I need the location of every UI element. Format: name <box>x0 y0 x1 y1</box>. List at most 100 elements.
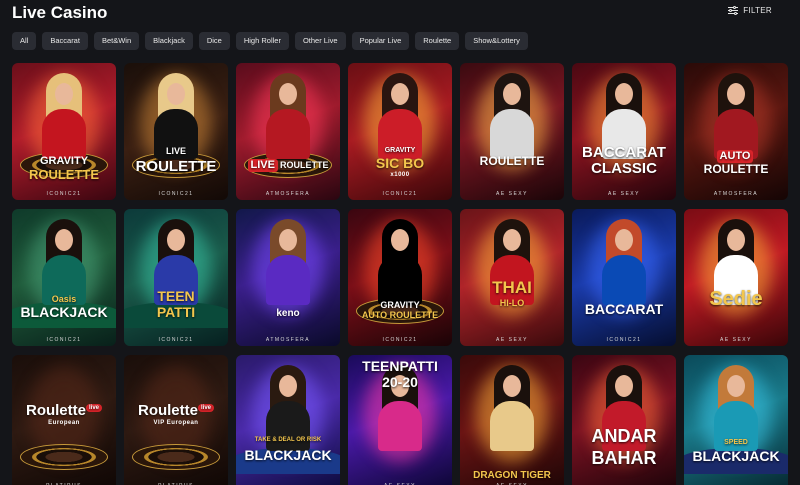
live-tag: live <box>197 404 214 412</box>
game-title-line1: THAI <box>492 278 532 297</box>
dealer-image <box>714 73 758 159</box>
game-title-line2: BACCARAT <box>584 301 664 317</box>
game-card[interactable]: Sedie AE SEXY <box>684 209 788 346</box>
provider-label: AE SEXY <box>496 191 528 197</box>
dealer-image <box>378 219 422 305</box>
game-card[interactable]: ANDAR BAHAR <box>572 355 676 485</box>
game-card[interactable]: keno ATMOSFERA <box>236 209 340 346</box>
filter-label: FILTER <box>743 6 772 15</box>
game-title-line1: SPEED <box>724 439 748 446</box>
game-card[interactable]: GRAVITY AUTO ROULETTE ICONIC21 <box>348 209 452 346</box>
roulette-wheel-icon <box>132 444 220 470</box>
chip-show-lottery[interactable]: Show&Lottery <box>465 32 528 50</box>
roulette-wheel-icon <box>20 444 108 470</box>
provider-label: ICONIC21 <box>46 337 82 343</box>
provider-label: AE SEXY <box>720 337 752 343</box>
game-title-line2: 20-20 <box>382 374 418 390</box>
provider-label: ICONIC21 <box>158 191 194 197</box>
game-title-line1: Roulette live <box>12 403 116 418</box>
game-title-line2: BLACKJACK <box>244 447 332 463</box>
game-card[interactable]: BACCARAT CLASSIC AE SEXY <box>572 63 676 200</box>
category-chips: All Baccarat Bet&Win Blackjack Dice High… <box>12 32 528 50</box>
dealer-image <box>266 219 310 305</box>
chip-bet-win[interactable]: Bet&Win <box>93 32 140 50</box>
game-title-line1: LIVE <box>165 146 186 156</box>
game-card[interactable]: THAI HI-LO AE SEXY <box>460 209 564 346</box>
game-title-line1: GRAVITY <box>39 155 89 167</box>
game-subtitle: VIP European <box>153 420 199 426</box>
page-header: Live Casino FILTER <box>12 0 788 28</box>
game-title-line2: BLACKJACK <box>20 304 108 320</box>
chip-high-roller[interactable]: High Roller <box>235 32 289 50</box>
page-title: Live Casino <box>12 3 108 22</box>
chip-blackjack[interactable]: Blackjack <box>145 32 193 50</box>
provider-label: AE SEXY <box>496 337 528 343</box>
chip-all[interactable]: All <box>12 32 37 50</box>
game-title-line1: TEEN <box>157 288 195 304</box>
game-card[interactable]: RouletteliveEuropeanPLATIPUS <box>12 355 116 485</box>
game-title-line2: ROULETTE <box>135 158 217 175</box>
dealer-image <box>490 73 534 159</box>
filter-button[interactable]: FILTER <box>728 6 772 15</box>
chip-baccarat[interactable]: Baccarat <box>42 32 88 50</box>
game-title-line2: DRAGON TIGER <box>473 470 551 481</box>
game-title-text: Roulette <box>25 402 86 419</box>
game-card[interactable]: BACCARAT ICONIC21 <box>572 209 676 346</box>
provider-label: ATMOSFERA <box>265 337 311 343</box>
live-tag: live <box>85 404 102 412</box>
game-title-line1: GRAVITY <box>384 147 416 154</box>
provider-label: ICONIC21 <box>382 337 418 343</box>
game-card[interactable]: DRAGON TIGERAE SEXY <box>460 355 564 485</box>
game-card[interactable]: TEENPATTI20-20AE SEXY <box>348 355 452 485</box>
game-title-line1: Roulette live <box>124 403 228 418</box>
game-title-line1: TAKE & DEAL OR RISK <box>254 437 322 443</box>
game-title-line2: AUTO ROULETTE <box>361 310 439 320</box>
game-title-line1: AUTOROULETTE <box>684 149 788 175</box>
provider-label: ATMOSFERA <box>713 191 759 197</box>
game-card[interactable]: RouletteliveVIP EuropeanPLATIPUS <box>124 355 228 485</box>
game-title-line1: LIVE ROULETTE <box>236 159 340 172</box>
game-card[interactable]: GRAVITY ROULETTE ICONIC21 <box>12 63 116 200</box>
game-title-line2: ROULETTE <box>703 162 769 176</box>
game-title-line2: ROULETTE <box>28 167 100 182</box>
game-subtitle: x1000 <box>390 172 410 178</box>
game-title-line2: SIC BO <box>375 155 425 171</box>
chip-roulette[interactable]: Roulette <box>415 32 460 50</box>
dealer-image <box>490 365 534 451</box>
game-card[interactable]: LIVE ROULETTE ATMOSFERA <box>236 63 340 200</box>
game-title-line2: PATTI <box>156 304 196 320</box>
chip-popular-live[interactable]: Popular Live <box>351 32 410 50</box>
game-title-line2: HI-LO <box>499 298 525 308</box>
game-title-line1: TEENPATTI <box>362 358 438 374</box>
game-grid: GRAVITY ROULETTE ICONIC21 LIVE ROULETTE ICON… <box>12 63 788 485</box>
game-title-line2: ROULETTE <box>479 154 545 168</box>
game-title-line2: keno <box>276 308 300 319</box>
game-card[interactable]: TEEN PATTI ICONIC21 <box>124 209 228 346</box>
provider-label: ICONIC21 <box>46 191 82 197</box>
game-title-line2: ROULETTE <box>279 160 329 170</box>
game-card[interactable]: LIVE ROULETTE ICONIC21 <box>124 63 228 200</box>
game-card[interactable]: ROULETTE AE SEXY <box>460 63 564 200</box>
chip-dice[interactable]: Dice <box>198 32 230 50</box>
game-title-line2: CLASSIC <box>591 160 657 177</box>
game-title-line1: Oasis <box>51 294 77 304</box>
title-badge: LIVE <box>247 159 278 172</box>
game-title-line2: BAHAR <box>591 448 657 468</box>
game-subtitle: European <box>48 420 80 426</box>
game-card[interactable]: Oasis BLACKJACK ICONIC21 <box>12 209 116 346</box>
game-title-line1: BACCARAT <box>582 144 666 161</box>
game-title-line2: BLACKJACK <box>692 448 780 464</box>
game-card[interactable]: GRAVITY SIC BO x1000 ICONIC21 <box>348 63 452 200</box>
game-title-line1: GRAVITY <box>380 300 420 310</box>
provider-label: AE SEXY <box>608 191 640 197</box>
game-title-line2: Sedie <box>709 288 763 310</box>
dealer-image <box>42 219 86 305</box>
filter-icon <box>728 6 739 15</box>
dealer-image <box>42 73 86 159</box>
game-card[interactable]: TAKE & DEAL OR RISK BLACKJACK <box>236 355 340 485</box>
game-title-text: Roulette <box>137 402 198 419</box>
game-card[interactable]: SPEED BLACKJACK <box>684 355 788 485</box>
chip-other-live[interactable]: Other Live <box>294 32 346 50</box>
game-card[interactable]: AUTOROULETTE ATMOSFERA <box>684 63 788 200</box>
provider-label: ICONIC21 <box>606 337 642 343</box>
